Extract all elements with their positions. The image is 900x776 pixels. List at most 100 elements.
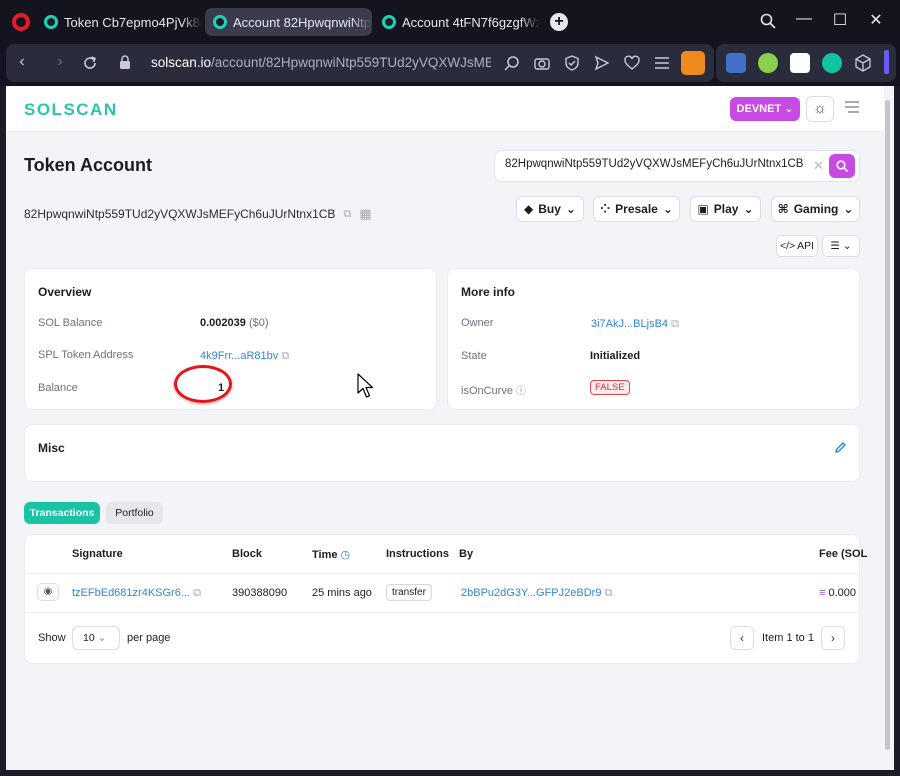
tab-bar: Token Cb7epmo4PjVk8r9W Account 82Hpwqnwi…	[0, 0, 900, 44]
search-input[interactable]	[505, 158, 805, 170]
col-instructions: Instructions	[386, 548, 449, 560]
opera-logo-icon[interactable]	[12, 13, 30, 31]
gaming-button[interactable]: ⌘ Gaming ⌄	[771, 196, 860, 222]
edit-pencil-icon[interactable]	[834, 441, 847, 454]
info-icon[interactable]: ⓘ	[516, 386, 526, 397]
extension-avatar-icon[interactable]	[681, 51, 705, 75]
api-button[interactable]: </> API	[776, 235, 818, 257]
address-bar[interactable]: ‹ › solscan.io/account/82HpwqnwiNtp559TU…	[6, 44, 714, 82]
lock-icon[interactable]	[119, 55, 131, 70]
send-icon[interactable]	[594, 55, 610, 71]
view-transaction-button[interactable]: ◉	[37, 583, 59, 601]
owner-label: Owner	[461, 317, 494, 329]
play-label: Play	[713, 202, 739, 216]
chevron-down-icon: ⌄	[565, 202, 576, 216]
browser-tab-account-active[interactable]: Account 82HpwqnwiNtp559	[205, 8, 372, 36]
pagination-range: Item 1 to 1	[762, 632, 814, 644]
instruction-badge: transfer	[386, 584, 432, 601]
menu-icon[interactable]	[844, 100, 860, 114]
solscan-logo[interactable]: SOLSCAN	[24, 100, 118, 120]
col-fee: Fee (SOL	[819, 548, 868, 560]
spl-address-row: 4k9Frr...aR81bv ⧉	[200, 350, 289, 363]
buy-button[interactable]: ◆ Buy ⌄	[516, 196, 584, 222]
back-icon[interactable]: ‹	[12, 53, 32, 71]
maximize-button[interactable]: ☐	[828, 10, 852, 30]
copy-icon[interactable]: ⧉	[343, 208, 351, 221]
next-page-button[interactable]: ›	[821, 626, 845, 650]
shield-icon[interactable]	[564, 55, 580, 71]
view-options-button[interactable]: ☰ ⌄	[822, 235, 860, 257]
col-time: Time	[312, 549, 338, 561]
qr-code-icon[interactable]: ▦	[359, 206, 371, 222]
url-host: solscan.io	[151, 55, 212, 70]
solscan-favicon-icon	[213, 15, 227, 29]
copy-icon[interactable]: ⧉	[671, 318, 679, 330]
close-window-button[interactable]: ✕	[864, 10, 888, 30]
copy-icon[interactable]: ⧉	[605, 587, 613, 599]
page-size-select[interactable]: 10 ⌄	[72, 626, 120, 650]
spl-address-link[interactable]: 4k9Frr...aR81bv	[200, 350, 278, 362]
instruction-row: transfer	[386, 584, 432, 601]
clock-icon[interactable]: ◷	[341, 549, 351, 561]
chevron-left-icon: ‹	[740, 631, 744, 645]
browser-window: Token Cb7epmo4PjVk8r9W Account 82Hpwqnwi…	[0, 0, 900, 776]
oncurve-badge: FALSE	[590, 380, 630, 395]
sidebar-toggle[interactable]	[884, 50, 889, 74]
forward-icon[interactable]: ›	[50, 53, 70, 71]
more-info-title: More info	[461, 285, 515, 299]
search-page-icon[interactable]	[504, 55, 520, 71]
copy-icon[interactable]: ⧉	[281, 350, 289, 362]
url-text[interactable]: solscan.io/account/82HpwqnwiNtp559TUd2yV…	[151, 55, 491, 70]
by-address-link[interactable]: 2bBPu2dG3Y...GFPJ2eBDr9	[461, 587, 601, 599]
tab-portfolio[interactable]: Portfolio	[106, 502, 163, 524]
block-link[interactable]: 390388090	[232, 587, 287, 599]
sol-balance-label: SOL Balance	[38, 317, 103, 329]
table-row-divider	[25, 612, 859, 613]
presale-button[interactable]: ⁘ Presale ⌄	[593, 196, 680, 222]
code-icon: </>	[779, 240, 796, 252]
prev-page-button[interactable]: ‹	[730, 626, 754, 650]
list-icon: ☰ ⌄	[830, 240, 852, 252]
new-tab-button[interactable]: +	[550, 13, 568, 31]
page-title: Token Account	[24, 155, 153, 175]
solscan-favicon-icon	[382, 15, 396, 29]
navigation-bar: ‹ › solscan.io/account/82HpwqnwiNtp559TU…	[0, 44, 900, 86]
presale-label: Presale	[615, 202, 658, 216]
minimize-button[interactable]: —	[792, 10, 816, 28]
browser-tab-token[interactable]: Token Cb7epmo4PjVk8r9W	[36, 8, 202, 36]
time-value: 25 mins ago	[312, 587, 372, 599]
tab-transactions[interactable]: Transactions	[24, 502, 100, 524]
owner-link[interactable]: 3i7AkJ...BLjsB4	[591, 318, 668, 330]
play-button[interactable]: ▣ Play ⌄	[690, 196, 761, 222]
page-scrollbar[interactable]	[885, 100, 890, 750]
copy-icon[interactable]: ⧉	[193, 587, 201, 599]
tab-label: Token Cb7epmo4PjVk8r9W	[64, 14, 202, 30]
chevron-right-icon: ›	[831, 631, 835, 645]
clear-search-icon[interactable]: ✕	[813, 158, 824, 174]
extension-s-icon[interactable]	[790, 53, 810, 73]
fee-row: ≡ 0.000	[819, 587, 856, 599]
extension-green-icon[interactable]	[758, 53, 778, 73]
oncurve-label: isOnCurve	[461, 385, 513, 397]
api-label: API	[797, 240, 815, 252]
browser-tab-account[interactable]: Account 4tFN7f6gzgfWzRN	[374, 8, 540, 36]
page-size-value: 10	[83, 632, 95, 644]
signature-link[interactable]: tzEFbEd681zr4KSGr6...	[72, 587, 190, 599]
owner-row: 3i7AkJ...BLjsB4 ⧉	[591, 318, 679, 331]
search-button[interactable]	[829, 154, 855, 178]
gamepad-icon: ⌘	[777, 202, 789, 216]
extensions-cube-icon[interactable]	[855, 54, 871, 72]
site-header: SOLSCAN DEVNET ⌄ ☼	[6, 86, 884, 132]
search-tabs-icon[interactable]	[760, 13, 776, 29]
network-selector-button[interactable]: DEVNET ⌄	[730, 97, 800, 121]
extension-teal-icon[interactable]	[822, 53, 842, 73]
theme-toggle-button[interactable]: ☼	[806, 96, 834, 122]
solana-icon: ≡	[819, 587, 826, 599]
camera-icon[interactable]	[534, 55, 550, 71]
presale-icon: ⁘	[600, 202, 611, 216]
extension-one-icon[interactable]	[726, 53, 746, 73]
reload-icon[interactable]	[82, 55, 98, 71]
red-highlight-circle	[174, 365, 232, 403]
easy-setup-icon[interactable]	[654, 56, 670, 70]
heart-icon[interactable]	[624, 55, 640, 71]
